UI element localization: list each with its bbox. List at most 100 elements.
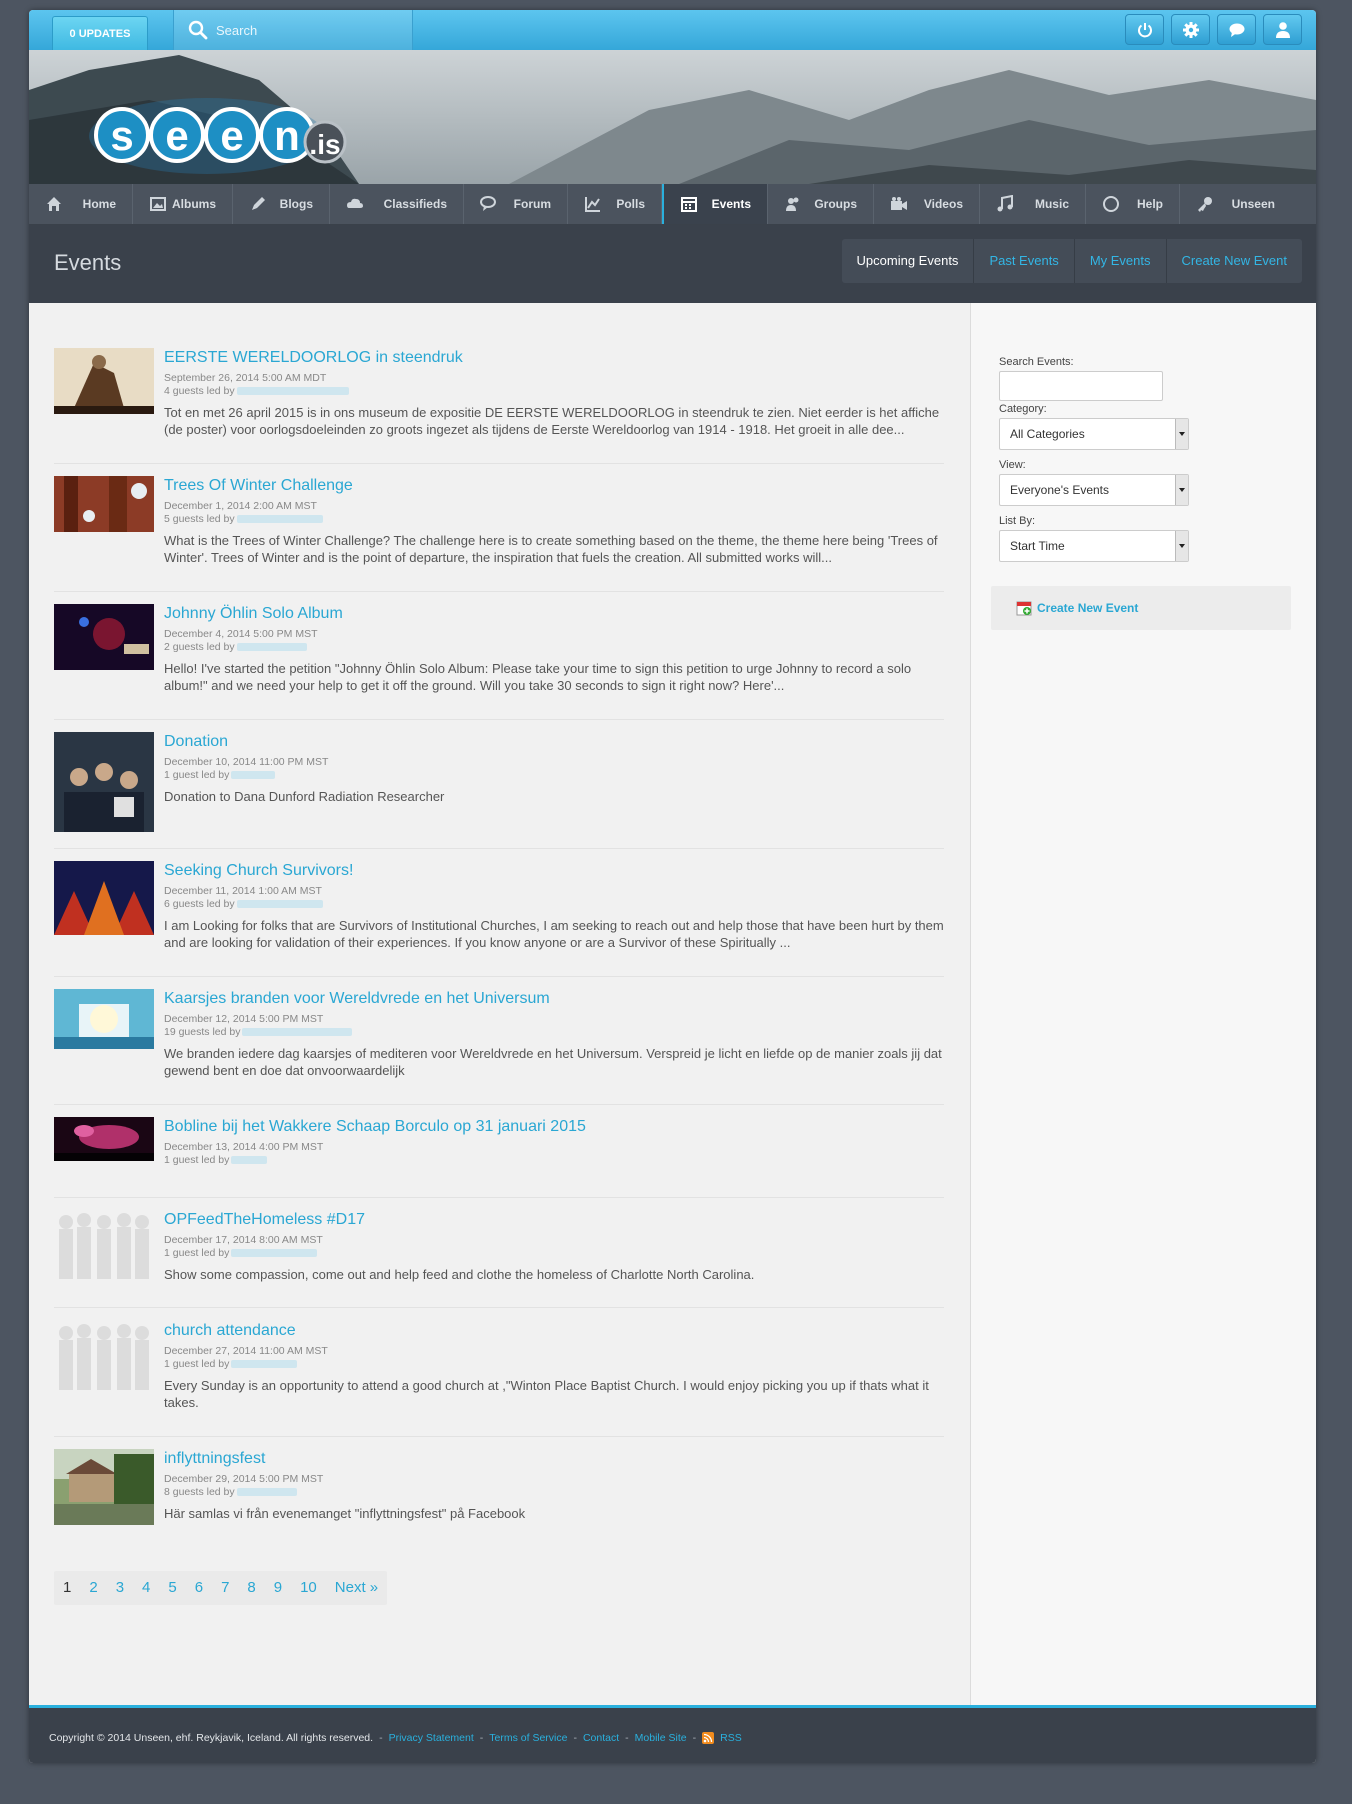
terms-of-service-link[interactable]: Terms of Service bbox=[489, 1732, 567, 1744]
event-item: Bobline bij het Wakkere Schaap Borculo o… bbox=[54, 1117, 944, 1198]
nav-item-videos[interactable]: Videos bbox=[874, 184, 980, 224]
event-date: December 27, 2014 11:00 AM MST bbox=[164, 1345, 328, 1357]
settings-button[interactable] bbox=[1171, 14, 1210, 45]
event-guests: 1 guest led by bbox=[164, 1154, 944, 1167]
page-link[interactable]: 2 bbox=[80, 1571, 106, 1605]
event-thumbnail[interactable] bbox=[54, 989, 154, 1049]
tab-my-events[interactable]: My Events bbox=[1073, 239, 1166, 283]
organizer-link[interactable] bbox=[236, 900, 323, 909]
event-thumbnail[interactable] bbox=[54, 861, 154, 935]
page-link[interactable]: 3 bbox=[107, 1571, 133, 1605]
event-thumbnail[interactable] bbox=[54, 1117, 154, 1161]
search-input[interactable] bbox=[214, 18, 408, 42]
search-icon bbox=[188, 20, 208, 40]
guests-label: 1 guest led by bbox=[164, 1358, 230, 1370]
tab-upcoming-events[interactable]: Upcoming Events bbox=[842, 239, 974, 283]
page-link[interactable]: 4 bbox=[133, 1571, 159, 1605]
event-thumbnail[interactable] bbox=[54, 732, 154, 832]
separator: - bbox=[479, 1732, 484, 1744]
page-link[interactable]: 8 bbox=[238, 1571, 264, 1605]
nav-item-unseen[interactable]: Unseen bbox=[1180, 184, 1291, 224]
event-list: EERSTE WERELDOORLOG in steendruk Septemb… bbox=[29, 303, 970, 1705]
gear-icon bbox=[1182, 21, 1199, 38]
event-guests: 1 guest led by bbox=[164, 1358, 944, 1371]
nav-item-home[interactable]: Home bbox=[29, 184, 133, 224]
user-button[interactable] bbox=[1263, 14, 1302, 45]
organizer-link[interactable] bbox=[236, 387, 349, 396]
create-new-event-box[interactable]: Create New Event bbox=[991, 586, 1291, 630]
nav-item-events[interactable]: Events bbox=[662, 184, 768, 224]
calendar-icon bbox=[681, 197, 697, 212]
page-link[interactable]: 6 bbox=[186, 1571, 212, 1605]
user-icon bbox=[1275, 21, 1290, 38]
nav-item-music[interactable]: Music bbox=[980, 184, 1086, 224]
event-title[interactable]: Trees Of Winter Challenge bbox=[164, 476, 944, 496]
tab-past-events[interactable]: Past Events bbox=[973, 239, 1073, 283]
svg-text:e: e bbox=[220, 112, 243, 159]
page-link[interactable]: 10 bbox=[291, 1571, 326, 1605]
event-guests: 6 guests led by bbox=[164, 898, 944, 911]
guests-label: 19 guests led by bbox=[164, 1026, 241, 1038]
event-title[interactable]: OPFeedTheHomeless #D17 bbox=[164, 1210, 944, 1230]
main-nav: Home Albums Blogs Classifieds Forum Poll… bbox=[29, 184, 1316, 225]
event-thumbnail[interactable] bbox=[54, 348, 154, 414]
create-new-event-link[interactable]: Create New Event bbox=[1037, 601, 1138, 615]
page-link[interactable]: 5 bbox=[159, 1571, 185, 1605]
rss-link[interactable]: RSS bbox=[720, 1732, 742, 1744]
page-link[interactable]: 9 bbox=[265, 1571, 291, 1605]
event-thumbnail[interactable] bbox=[54, 1449, 154, 1525]
organizer-link[interactable] bbox=[231, 771, 276, 780]
organizer-link[interactable] bbox=[236, 643, 307, 652]
page-link[interactable]: 7 bbox=[212, 1571, 238, 1605]
tab-create-new-event[interactable]: Create New Event bbox=[1165, 239, 1303, 283]
event-title[interactable]: Seeking Church Survivors! bbox=[164, 861, 944, 881]
event-title[interactable]: Kaarsjes branden voor Wereldvrede en het… bbox=[164, 989, 944, 1009]
contact-link[interactable]: Contact bbox=[583, 1732, 619, 1744]
group-icon bbox=[786, 197, 799, 211]
event-title[interactable]: Johnny Öhlin Solo Album bbox=[164, 604, 944, 624]
search-box[interactable] bbox=[173, 10, 413, 50]
next-page-link[interactable]: Next » bbox=[326, 1571, 387, 1605]
nav-item-albums[interactable]: Albums bbox=[133, 184, 233, 224]
event-title[interactable]: inflyttningsfest bbox=[164, 1449, 944, 1469]
category-label: Category: bbox=[999, 403, 1047, 415]
power-button[interactable] bbox=[1125, 14, 1164, 45]
organizer-link[interactable] bbox=[236, 515, 323, 524]
view-select[interactable]: Everyone's Events bbox=[999, 474, 1189, 506]
event-title[interactable]: church attendance bbox=[164, 1321, 944, 1341]
nav-label: Events bbox=[711, 197, 751, 211]
nav-label: Forum bbox=[513, 197, 551, 211]
event-thumbnail[interactable] bbox=[54, 1321, 154, 1393]
event-item: Kaarsjes branden voor Wereldvrede en het… bbox=[54, 989, 944, 1105]
organizer-link[interactable] bbox=[231, 1249, 318, 1258]
event-description: Every Sunday is an opportunity to attend… bbox=[164, 1378, 929, 1410]
event-title[interactable]: Donation bbox=[164, 732, 944, 752]
event-thumbnail[interactable] bbox=[54, 604, 154, 670]
privacy-statement-link[interactable]: Privacy Statement bbox=[389, 1732, 474, 1744]
event-thumbnail[interactable] bbox=[54, 476, 154, 532]
event-item: Johnny Öhlin Solo Album December 4, 2014… bbox=[54, 604, 944, 720]
nav-item-help[interactable]: Help bbox=[1086, 184, 1180, 224]
updates-button[interactable]: 0 UPDATES bbox=[52, 16, 148, 50]
category-select[interactable]: All Categories bbox=[999, 418, 1189, 450]
image-icon bbox=[150, 197, 166, 211]
organizer-link[interactable] bbox=[242, 1028, 353, 1037]
chat-button[interactable] bbox=[1217, 14, 1256, 45]
listby-select[interactable]: Start Time bbox=[999, 530, 1189, 562]
organizer-link[interactable] bbox=[231, 1156, 268, 1165]
event-title[interactable]: EERSTE WERELDOORLOG in steendruk bbox=[164, 348, 944, 368]
mobile-site-link[interactable]: Mobile Site bbox=[635, 1732, 687, 1744]
organizer-link[interactable] bbox=[231, 1360, 298, 1369]
nav-item-polls[interactable]: Polls bbox=[568, 184, 662, 224]
page-title: Events bbox=[54, 250, 122, 275]
event-thumbnail[interactable] bbox=[54, 1210, 154, 1282]
search-events-input[interactable] bbox=[999, 371, 1163, 401]
nav-item-groups[interactable]: Groups bbox=[768, 184, 874, 224]
nav-item-classifieds[interactable]: Classifieds bbox=[330, 184, 464, 224]
nav-item-blogs[interactable]: Blogs bbox=[233, 184, 330, 224]
nav-item-forum[interactable]: Forum bbox=[464, 184, 568, 224]
event-title[interactable]: Bobline bij het Wakkere Schaap Borculo o… bbox=[164, 1117, 944, 1137]
organizer-link[interactable] bbox=[236, 1488, 297, 1497]
event-item: church attendance December 27, 2014 11:0… bbox=[54, 1321, 944, 1437]
event-guests: 19 guests led by bbox=[164, 1026, 944, 1039]
